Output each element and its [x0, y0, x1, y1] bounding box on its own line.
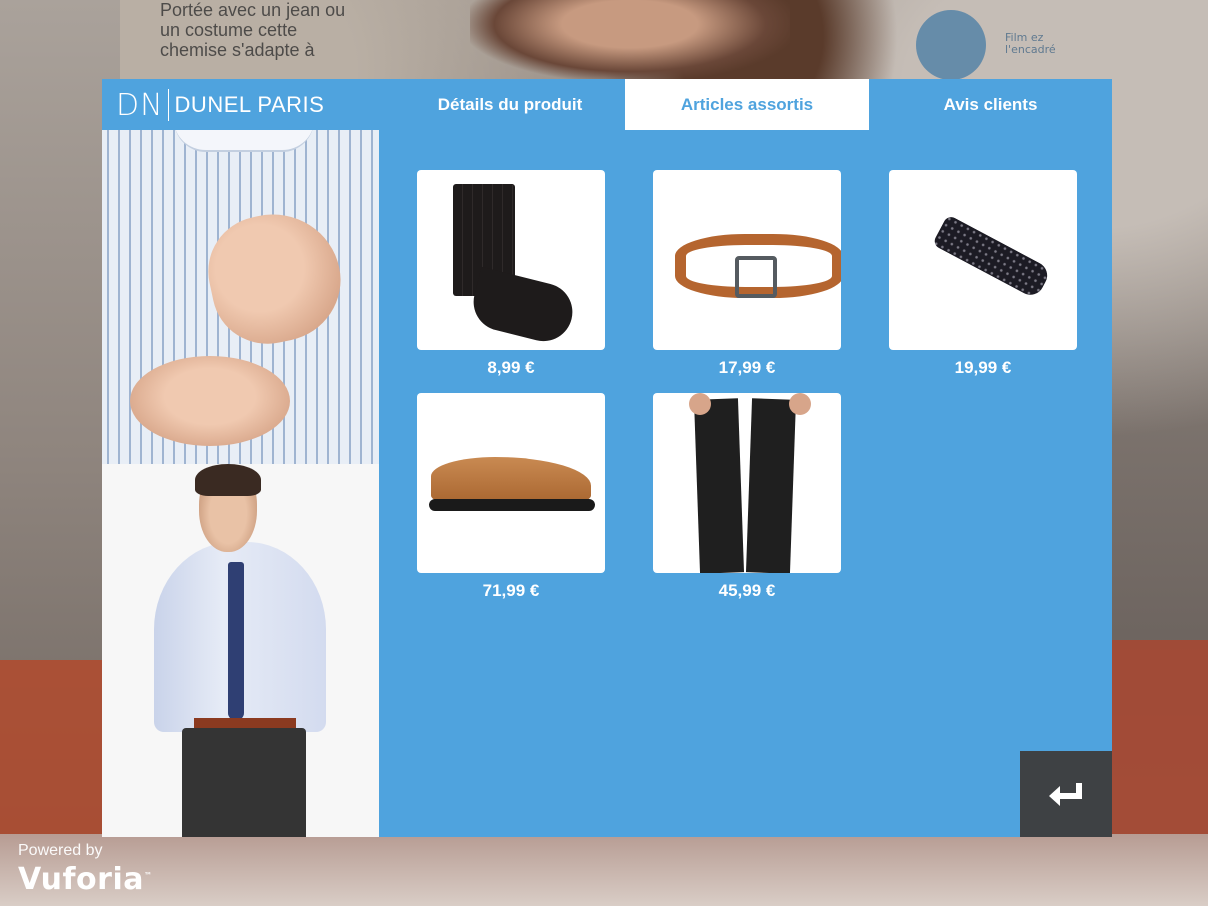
- trousers-image[interactable]: [653, 393, 841, 573]
- return-arrow-icon: [1049, 783, 1082, 806]
- magazine-red-block: [0, 660, 110, 850]
- product-card[interactable]: 19,99 €: [889, 170, 1077, 378]
- hand-shape: [130, 356, 290, 446]
- magazine-text-line: Portée avec un jean ou: [160, 0, 346, 20]
- tab-product-details[interactable]: Détails du produit: [395, 79, 625, 130]
- trouser-leg: [745, 398, 797, 573]
- magazine-bottom: [0, 834, 1208, 906]
- product-price: 71,99 €: [482, 581, 540, 600]
- watermark-tm: ™: [144, 871, 153, 880]
- panel-header: DN DUNEL PARIS Détails du produit Articl…: [102, 79, 1112, 130]
- sock-foot: [467, 266, 579, 348]
- belt-image[interactable]: [653, 170, 841, 350]
- watermark-powered-by: Powered by: [18, 842, 103, 859]
- tie-shape: [931, 214, 1053, 300]
- product-price: 17,99 €: [718, 358, 776, 377]
- hand-shape: [689, 393, 711, 415]
- magazine-text: Portée avec un jean ou un costume cette …: [160, 0, 345, 60]
- brand-name: DUNEL PARIS: [174, 92, 325, 117]
- model-outfit-photo: [102, 464, 379, 837]
- ar-product-panel: DN DUNEL PARIS Détails du produit Articl…: [102, 79, 1112, 837]
- product-price: 45,99 €: [718, 581, 776, 600]
- product-price: 19,99 €: [954, 358, 1012, 377]
- hand-shape: [789, 393, 811, 415]
- film-logo-icon: [916, 10, 986, 80]
- socks-image[interactable]: [417, 170, 605, 350]
- tie-image[interactable]: [889, 170, 1077, 350]
- magazine-text-line: un costume cette: [160, 20, 298, 40]
- shoe-sole: [429, 499, 595, 511]
- shoe-image[interactable]: [417, 393, 605, 573]
- shirt-cuff-photo: [102, 130, 379, 464]
- magazine-photo: [470, 0, 790, 80]
- belt-buckle: [735, 256, 777, 298]
- product-card[interactable]: 8,99 €: [417, 170, 605, 378]
- hand-shape: [198, 201, 352, 355]
- brand-divider: [167, 89, 169, 121]
- brand-monogram: DN: [116, 87, 164, 123]
- tab-customer-reviews[interactable]: Avis clients: [869, 79, 1112, 130]
- product-card[interactable]: 17,99 €: [653, 170, 841, 378]
- model-tie: [228, 562, 244, 720]
- brand-logo: DN DUNEL PARIS: [116, 85, 324, 125]
- product-card[interactable]: 71,99 €: [417, 393, 605, 601]
- shoe-upper: [431, 457, 591, 505]
- film-text: Film ez l'encadré: [1005, 32, 1056, 56]
- vuforia-watermark: Powered by Vuforia™: [18, 842, 153, 896]
- shirt-collar: [174, 130, 314, 152]
- trouser-leg: [693, 398, 745, 573]
- film-text-line: l'encadré: [1005, 43, 1056, 56]
- model-trousers: [182, 728, 306, 837]
- tab-assorted-items[interactable]: Articles assortis: [625, 79, 869, 130]
- back-button[interactable]: [1020, 751, 1112, 837]
- model-hair: [195, 464, 261, 496]
- watermark-brand: Vuforia™: [18, 860, 153, 896]
- product-card[interactable]: 45,99 €: [653, 393, 841, 601]
- product-price: 8,99 €: [487, 358, 535, 377]
- watermark-brand-text: Vuforia: [18, 862, 144, 897]
- magazine-text-line: chemise s'adapte à: [160, 40, 315, 60]
